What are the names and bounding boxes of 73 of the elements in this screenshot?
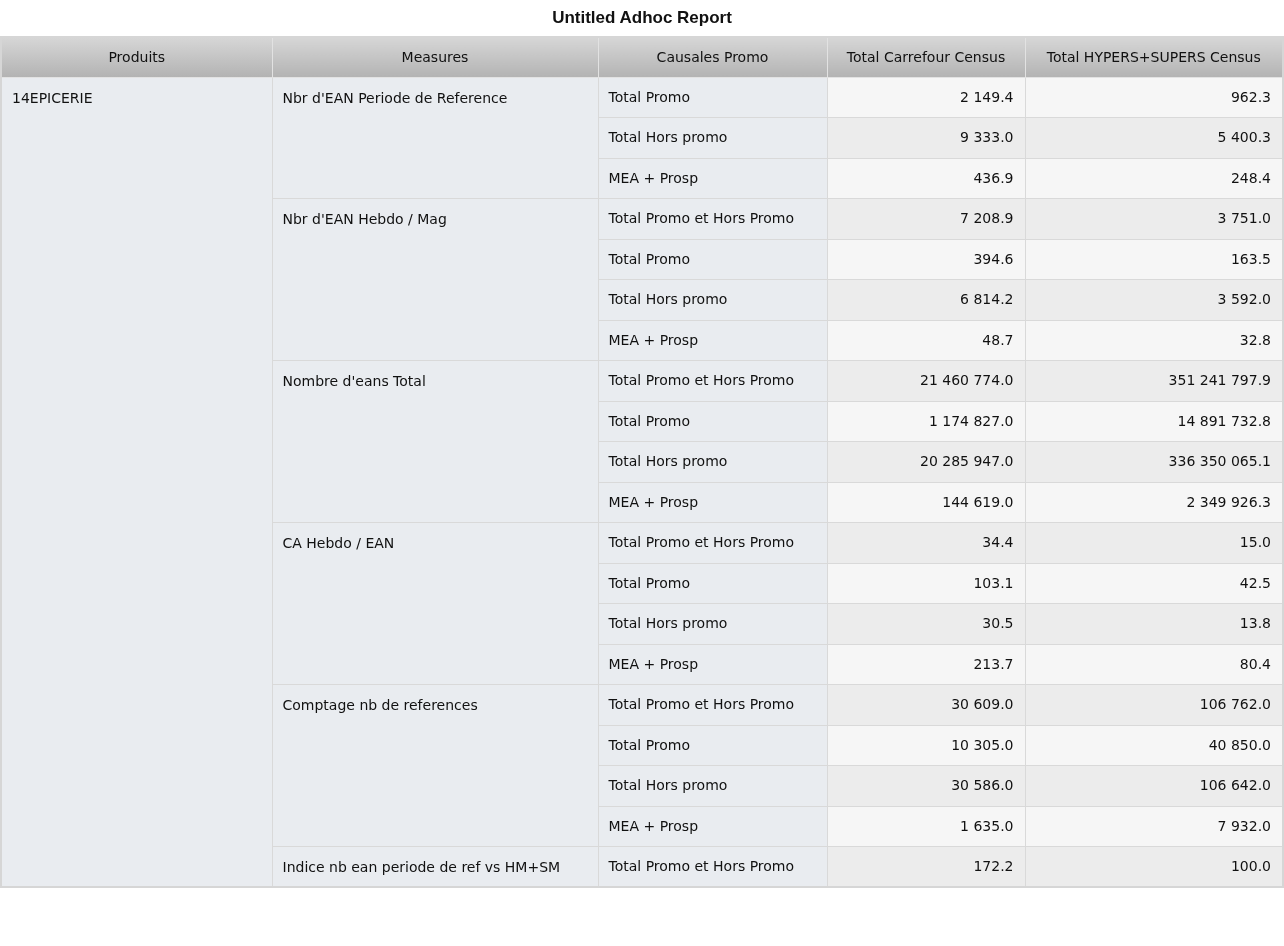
table-cell: 34.4 (827, 522, 1025, 563)
table-cell: 15.0 (1025, 522, 1283, 563)
row-header: Total Promo et Hors Promo (598, 360, 827, 401)
table-cell: 30 609.0 (827, 684, 1025, 725)
table-cell: 30.5 (827, 603, 1025, 644)
table-cell: 106 762.0 (1025, 684, 1283, 725)
table-cell: 20 285 947.0 (827, 441, 1025, 482)
table-cell: 100.0 (1025, 846, 1283, 887)
row-header: Total Hors promo (598, 765, 827, 806)
table-cell: 7 932.0 (1025, 806, 1283, 847)
table-cell: 144 619.0 (827, 482, 1025, 523)
table-cell: 80.4 (1025, 644, 1283, 685)
row-header: MEA + Prosp (598, 158, 827, 199)
row-header: Total Promo (598, 725, 827, 766)
row-header: Nbr d'EAN Hebdo / Mag (272, 198, 598, 361)
table-cell: 336 350 065.1 (1025, 441, 1283, 482)
row-header: Total Promo (598, 401, 827, 442)
row-header: 14EPICERIE (1, 77, 272, 887)
row-header: MEA + Prosp (598, 644, 827, 685)
table-cell: 2 149.4 (827, 77, 1025, 118)
table-cell: 7 208.9 (827, 198, 1025, 239)
table-cell: 394.6 (827, 239, 1025, 280)
table-cell: 103.1 (827, 563, 1025, 604)
table-cell: 14 891 732.8 (1025, 401, 1283, 442)
table-cell: 106 642.0 (1025, 765, 1283, 806)
table-cell: 3 751.0 (1025, 198, 1283, 239)
row-header: Nombre d'eans Total (272, 360, 598, 523)
table-cell: 13.8 (1025, 603, 1283, 644)
row-header: Total Promo (598, 563, 827, 604)
row-header: Total Promo et Hors Promo (598, 846, 827, 887)
table-cell: 172.2 (827, 846, 1025, 887)
row-header: Total Promo et Hors Promo (598, 198, 827, 239)
row-header: Total Promo et Hors Promo (598, 684, 827, 725)
table-cell: 163.5 (1025, 239, 1283, 280)
row-header: MEA + Prosp (598, 482, 827, 523)
table-cell: 10 305.0 (827, 725, 1025, 766)
row-header: Total Promo (598, 239, 827, 280)
table-cell: 21 460 774.0 (827, 360, 1025, 401)
table-cell: 962.3 (1025, 77, 1283, 118)
table-cell: 32.8 (1025, 320, 1283, 361)
table-cell: 6 814.2 (827, 279, 1025, 320)
row-header: CA Hebdo / EAN (272, 522, 598, 685)
row-header: Total Hors promo (598, 279, 827, 320)
row-header: Total Hors promo (598, 603, 827, 644)
table-cell: 248.4 (1025, 158, 1283, 199)
row-header: Comptage nb de references (272, 684, 598, 847)
report-title: Untitled Adhoc Report (551, 7, 733, 29)
table-cell: 2 349 926.3 (1025, 482, 1283, 523)
column-header: Total HYPERS+SUPERS Census (1025, 37, 1283, 77)
table-cell: 1 635.0 (827, 806, 1025, 847)
table-cell: 40 850.0 (1025, 725, 1283, 766)
row-header: MEA + Prosp (598, 806, 827, 847)
row-header: Indice nb ean periode de ref vs HM+SM (272, 846, 598, 887)
row-header: Total Hors promo (598, 117, 827, 158)
column-header: Measures (272, 37, 598, 77)
table-cell: 436.9 (827, 158, 1025, 199)
table-cell: 213.7 (827, 644, 1025, 685)
column-header: Causales Promo (598, 37, 827, 77)
table-cell: 42.5 (1025, 563, 1283, 604)
table-cell: 48.7 (827, 320, 1025, 361)
column-header: Produits (1, 37, 272, 77)
row-header: Total Promo et Hors Promo (598, 522, 827, 563)
row-header: MEA + Prosp (598, 320, 827, 361)
table-cell: 5 400.3 (1025, 117, 1283, 158)
row-header: Nbr d'EAN Periode de Reference (272, 77, 598, 199)
column-header: Total Carrefour Census (827, 37, 1025, 77)
table-cell: 3 592.0 (1025, 279, 1283, 320)
table-cell: 1 174 827.0 (827, 401, 1025, 442)
table-cell: 351 241 797.9 (1025, 360, 1283, 401)
table-cell: 30 586.0 (827, 765, 1025, 806)
row-header: Total Hors promo (598, 441, 827, 482)
row-header: Total Promo (598, 77, 827, 118)
table-cell: 9 333.0 (827, 117, 1025, 158)
